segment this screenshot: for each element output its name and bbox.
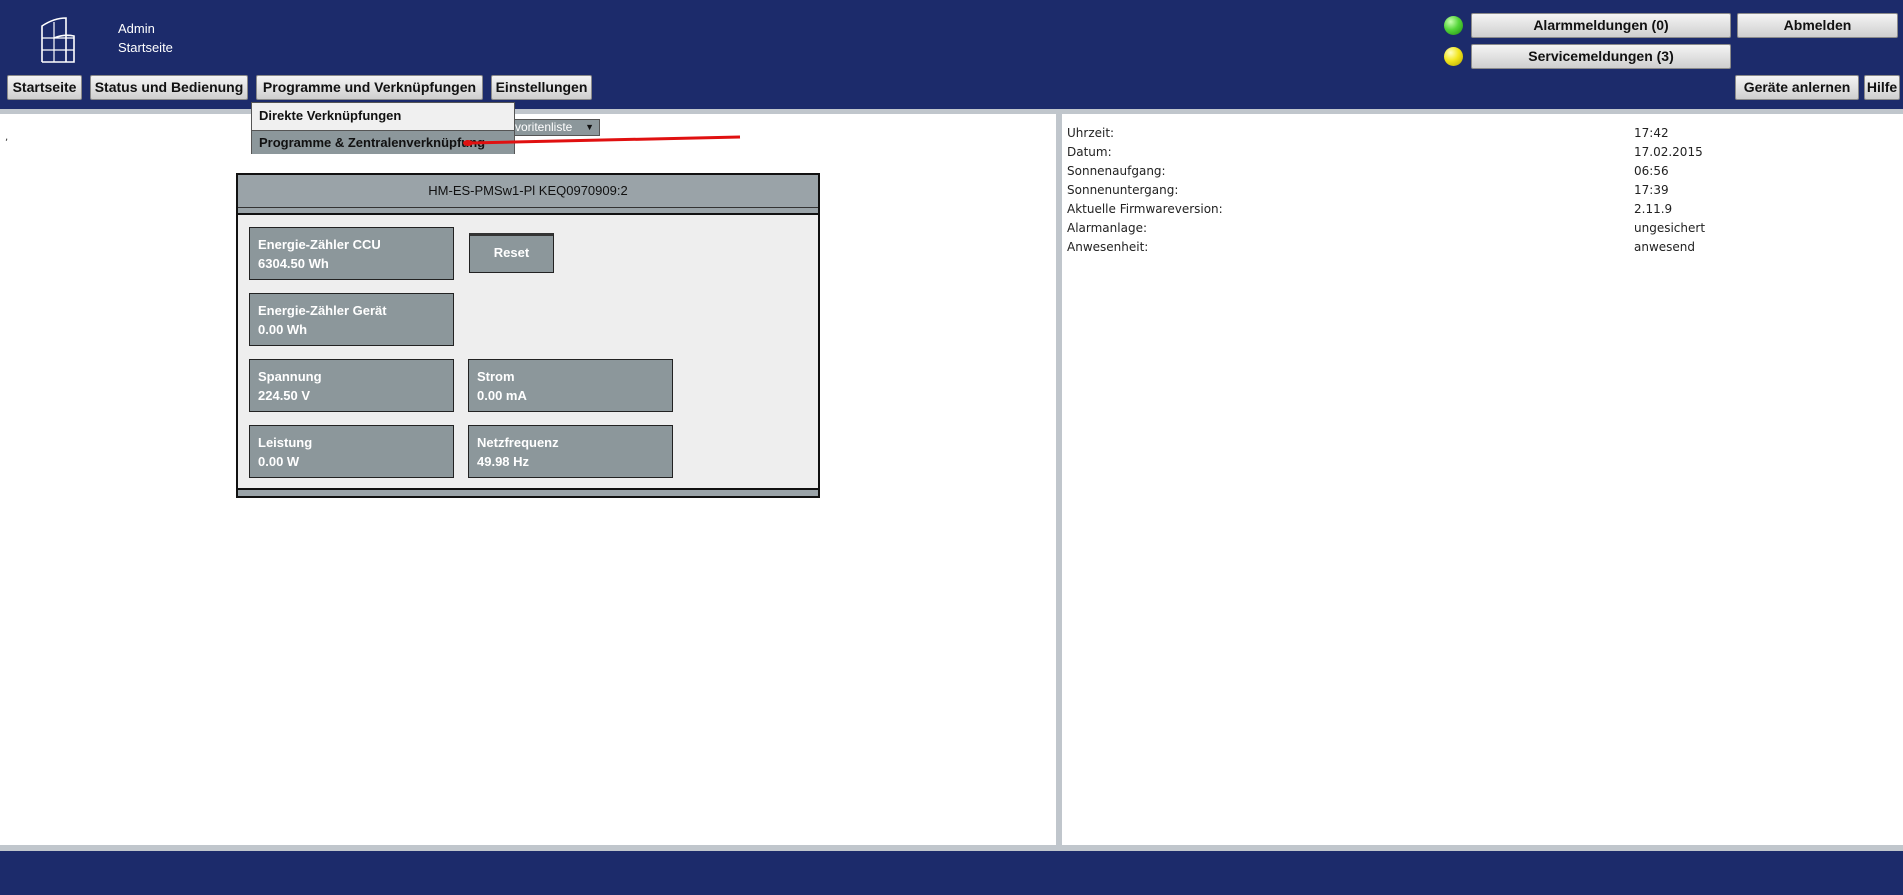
tile-value: 224.50 V <box>258 388 311 403</box>
reset-button[interactable]: Reset <box>469 233 554 273</box>
service-status-icon <box>1444 47 1463 66</box>
footer-bar <box>0 851 1903 895</box>
tile-value: 0.00 W <box>258 454 300 469</box>
user-name: Admin <box>118 21 155 36</box>
system-info-panel: Uhrzeit: 17:42 Datum: 17.02.2015 Sonnena… <box>1062 114 1903 845</box>
menu-item-direct-links[interactable]: Direkte Verknüpfungen <box>252 104 514 128</box>
info-value-sunrise: 06:56 <box>1634 164 1669 178</box>
tile-label: Leistung <box>258 435 313 450</box>
tile-value: 6304.50 Wh <box>258 256 329 271</box>
logout-button[interactable]: Abmelden <box>1737 13 1898 38</box>
nav-einstellungen[interactable]: Einstellungen <box>491 75 592 100</box>
info-value-date: 17.02.2015 <box>1634 145 1703 159</box>
tile-label: Netzfrequenz <box>477 435 559 450</box>
top-header: Admin Startseite Startseite Status und B… <box>0 0 1903 109</box>
favorites-select[interactable]: voritenliste ▼ <box>500 119 600 136</box>
service-messages-button[interactable]: Servicemeldungen (3) <box>1471 44 1731 69</box>
user-info: Admin Startseite <box>118 19 173 57</box>
alarm-status-icon <box>1444 16 1463 35</box>
tile-frequency: Netzfrequenz 49.98 Hz <box>468 425 673 478</box>
info-value-presence: anwesend <box>1634 240 1696 254</box>
device-title: HM-ES-PMSw1-Pl KEQ0970909:2 <box>238 175 818 208</box>
stray-mark: , <box>5 132 9 143</box>
favorites-label: voritenliste <box>515 120 573 134</box>
info-value-firmware: 2.11.9 <box>1634 202 1673 216</box>
logo-icon <box>41 17 75 63</box>
tile-energy-ccu: Energie-Zähler CCU 6304.50 Wh <box>249 227 454 280</box>
nav-programme-und-verknuepfungen[interactable]: Programme und Verknüpfungen <box>256 75 483 100</box>
info-label-time: Uhrzeit: <box>1067 126 1115 140</box>
info-value-time: 17:42 <box>1634 126 1669 140</box>
info-value-sunset: 17:39 <box>1634 183 1669 197</box>
tile-voltage: Spannung 224.50 V <box>249 359 454 412</box>
info-label-sunrise: Sonnenaufgang: <box>1067 164 1166 178</box>
info-label-sunset: Sonnenuntergang: <box>1067 183 1179 197</box>
help-button[interactable]: Hilfe <box>1864 75 1900 100</box>
current-page: Startseite <box>118 40 173 55</box>
device-footer-bar <box>238 488 818 496</box>
nav-startseite[interactable]: Startseite <box>7 75 82 100</box>
tile-value: 0.00 Wh <box>258 322 308 337</box>
nav-status-und-bedienung[interactable]: Status und Bedienung <box>90 75 248 100</box>
tile-energy-device: Energie-Zähler Gerät 0.00 Wh <box>249 293 454 346</box>
programs-dropdown-menu: Direkte Verknüpfungen Programme & Zentra… <box>251 102 515 154</box>
info-label-presence: Anwesenheit: <box>1067 240 1149 254</box>
tile-label: Spannung <box>258 369 322 384</box>
tile-current: Strom 0.00 mA <box>468 359 673 412</box>
info-label-date: Datum: <box>1067 145 1112 159</box>
tile-value: 49.98 Hz <box>477 454 530 469</box>
tile-label: Strom <box>477 369 515 384</box>
chevron-down-icon: ▼ <box>585 122 594 132</box>
device-panel: HM-ES-PMSw1-Pl KEQ0970909:2 Energie-Zähl… <box>236 173 820 498</box>
tile-power: Leistung 0.00 W <box>249 425 454 478</box>
device-title-bar <box>238 208 818 215</box>
learn-devices-button[interactable]: Geräte anlernen <box>1735 75 1859 100</box>
alarm-messages-button[interactable]: Alarmmeldungen (0) <box>1471 13 1731 38</box>
menu-item-programs-central-links[interactable]: Programme & Zentralenverknüpfung <box>252 130 514 154</box>
info-label-alarm-system: Alarmanlage: <box>1067 221 1147 235</box>
info-label-firmware: Aktuelle Firmwareversion: <box>1067 202 1223 216</box>
tile-value: 0.00 mA <box>477 388 527 403</box>
info-value-alarm-system: ungesichert <box>1634 221 1706 235</box>
tile-label: Energie-Zähler CCU <box>258 237 381 252</box>
tile-label: Energie-Zähler Gerät <box>258 303 387 318</box>
